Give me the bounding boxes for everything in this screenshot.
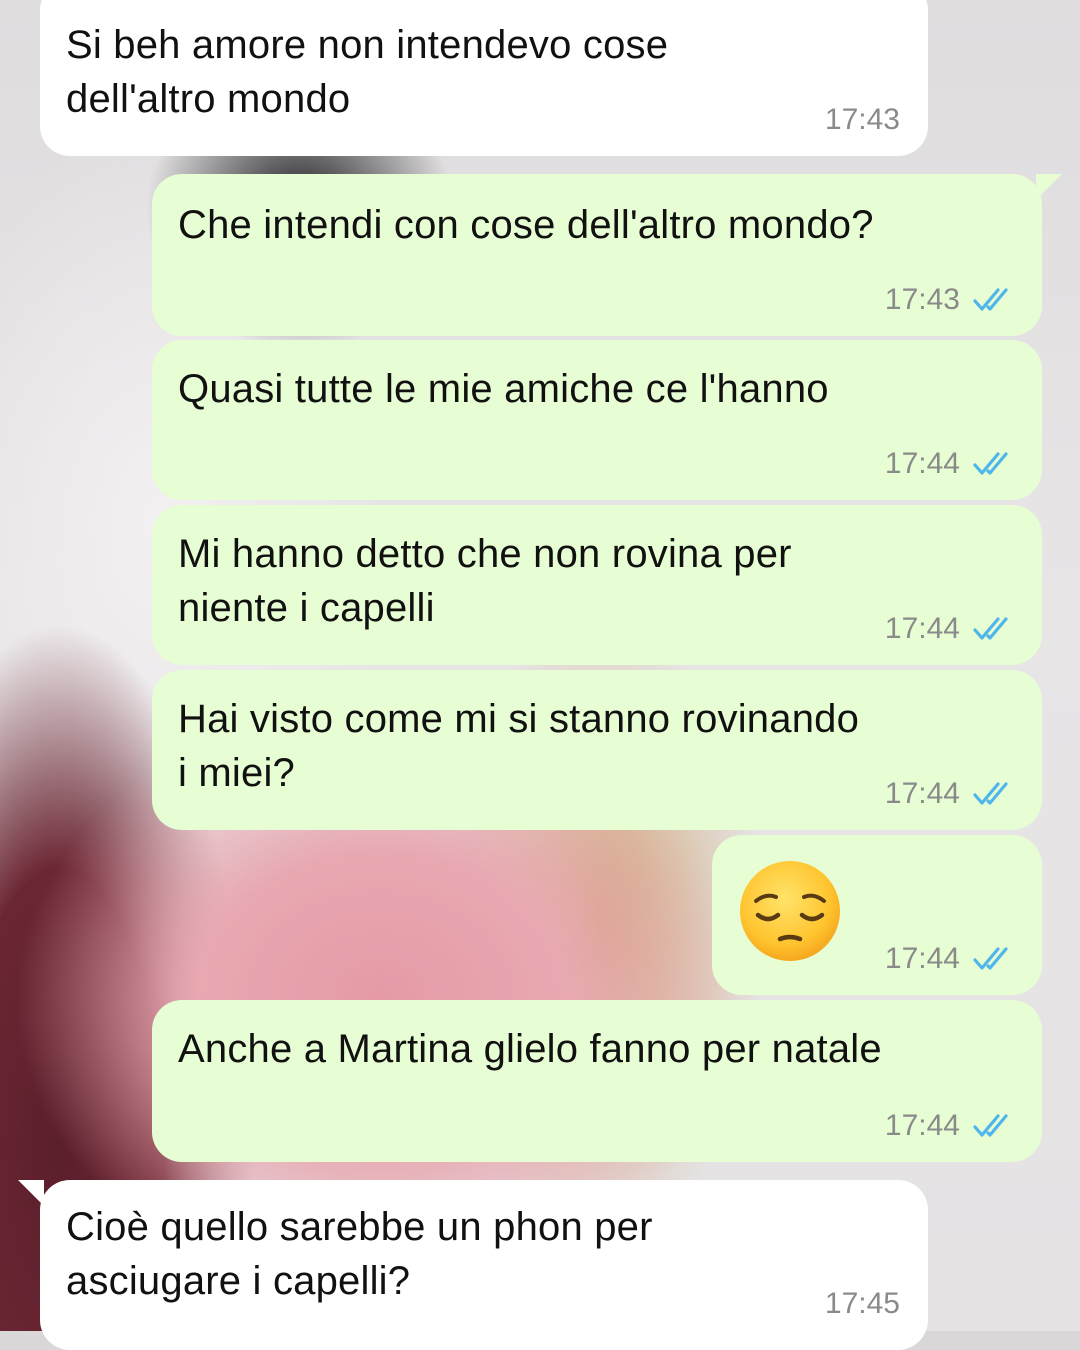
- double-check-icon: [973, 782, 1008, 805]
- double-check-icon: [973, 288, 1008, 311]
- message-meta: 17:44: [885, 939, 1018, 979]
- message-time: 17:43: [884, 283, 960, 316]
- incoming-message[interactable]: Si beh amore non intendevo cose dell'alt…: [40, 0, 928, 156]
- message-time: 17:43: [824, 103, 900, 136]
- message-meta: 17:44: [885, 1106, 1018, 1146]
- message-time: 17:44: [884, 942, 960, 975]
- message-text: Cioè quello sarebbe un phon per asciugar…: [66, 1205, 653, 1303]
- double-check-icon: [973, 947, 1008, 970]
- outgoing-message[interactable]: Hai visto come mi si stanno rovinando i …: [152, 670, 1042, 830]
- message-text: Quasi tutte le mie amiche ce l'hanno: [178, 367, 829, 411]
- double-check-icon: [973, 452, 1008, 475]
- message-text: Che intendi con cose dell'altro mondo?: [178, 203, 874, 247]
- outgoing-message[interactable]: Anche a Martina glielo fanno per natale …: [152, 1000, 1042, 1162]
- message-time: 17:44: [884, 777, 960, 810]
- message-time: 17:44: [884, 612, 960, 645]
- message-meta: 17:44: [885, 609, 1018, 649]
- pensive-face-icon: [740, 861, 840, 961]
- message-meta: 17:43: [885, 280, 1018, 320]
- outgoing-message[interactable]: Mi hanno detto che non rovina per niente…: [152, 505, 1042, 665]
- message-meta: 17:44: [885, 444, 1018, 484]
- double-check-icon: [973, 1114, 1008, 1137]
- incoming-message[interactable]: Cioè quello sarebbe un phon per asciugar…: [40, 1180, 928, 1350]
- chat-message-list[interactable]: Si beh amore non intendevo cose dell'alt…: [0, 0, 1080, 1350]
- message-meta: 17:45: [825, 1284, 900, 1324]
- double-check-icon: [973, 617, 1008, 640]
- outgoing-message[interactable]: Che intendi con cose dell'altro mondo? 1…: [152, 174, 1042, 336]
- message-text: Anche a Martina glielo fanno per natale: [178, 1027, 882, 1071]
- message-time: 17:44: [884, 447, 960, 480]
- outgoing-emoji-message[interactable]: 17:44: [712, 835, 1042, 995]
- message-meta: 17:43: [825, 100, 900, 140]
- message-text: Si beh amore non intendevo cose dell'alt…: [66, 23, 669, 121]
- message-time: 17:44: [884, 1109, 960, 1142]
- outgoing-message[interactable]: Quasi tutte le mie amiche ce l'hanno 17:…: [152, 340, 1042, 500]
- message-meta: 17:44: [885, 774, 1018, 814]
- message-time: 17:45: [824, 1287, 900, 1320]
